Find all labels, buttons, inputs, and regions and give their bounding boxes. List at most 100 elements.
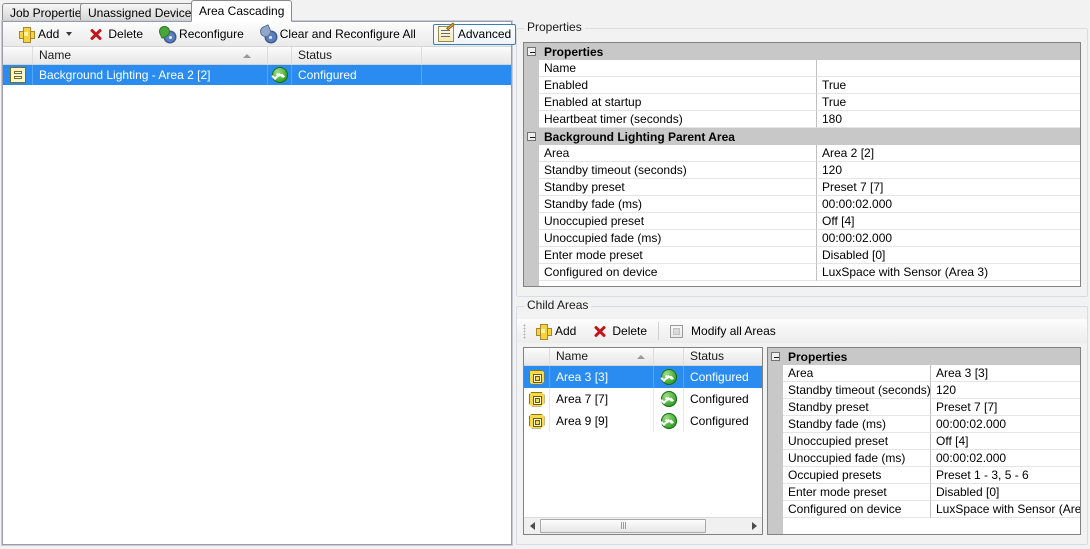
child-row-status-icon-cell xyxy=(654,388,684,410)
table-row[interactable]: Background Lighting - Area 2 [2] Configu… xyxy=(3,65,511,85)
collapse-toggle-icon[interactable] xyxy=(524,43,539,60)
property-value[interactable]: Disabled [0] xyxy=(931,484,1080,501)
property-row[interactable]: Standby fade (ms) 00:00:02.000 xyxy=(524,196,1080,213)
properties-grid[interactable]: Properties Name Enabled True xyxy=(523,42,1081,287)
property-value[interactable]: 00:00:02.000 xyxy=(931,416,1080,433)
property-row[interactable]: Unoccupied preset Off [4] xyxy=(768,433,1080,450)
property-row[interactable]: Area Area 3 [3] xyxy=(768,365,1080,382)
child-column-header-statusicon[interactable] xyxy=(654,348,684,366)
child-row-status-icon-cell xyxy=(654,410,684,432)
add-button[interactable]: Add xyxy=(13,24,77,45)
property-row[interactable]: Standby timeout (seconds) 120 xyxy=(524,162,1080,179)
property-row[interactable]: Unoccupied fade (ms) 00:00:02.000 xyxy=(524,230,1080,247)
horizontal-scrollbar[interactable] xyxy=(524,517,762,534)
child-add-button[interactable]: Add xyxy=(530,321,581,342)
collapse-toggle-icon[interactable] xyxy=(768,348,783,365)
delete-button[interactable]: Delete xyxy=(83,24,148,45)
property-value[interactable]: Area 3 [3] xyxy=(931,365,1080,382)
list-item[interactable]: Area 3 [3] Configured xyxy=(524,366,762,388)
row-gutter xyxy=(768,501,783,518)
scrollbar-track[interactable] xyxy=(540,518,746,535)
chevron-down-icon[interactable] xyxy=(66,32,72,36)
child-row-name-cell: Area 3 [3] xyxy=(550,366,654,388)
property-row[interactable]: Unoccupied fade (ms) 00:00:02.000 xyxy=(768,450,1080,467)
child-delete-button[interactable]: Delete xyxy=(587,321,652,342)
property-value[interactable]: 120 xyxy=(817,162,1080,179)
property-group-header[interactable]: Background Lighting Parent Area xyxy=(524,128,1080,145)
reconfigure-button[interactable]: Reconfigure xyxy=(154,24,249,45)
property-value[interactable]: 00:00:02.000 xyxy=(931,450,1080,467)
cascade-list[interactable]: Name Status Background Lighting - Area 2… xyxy=(3,47,511,544)
child-column-header-status[interactable]: Status xyxy=(684,348,762,366)
child-toolbar-grip[interactable] xyxy=(523,324,526,339)
property-row[interactable]: Heartbeat timer (seconds) 180 xyxy=(524,111,1080,128)
column-header-spacer[interactable] xyxy=(422,47,511,65)
advanced-button[interactable]: Advanced xyxy=(433,24,516,45)
area-icon xyxy=(529,370,545,385)
property-row[interactable]: Occupied presets Preset 1 - 3, 5 - 6 xyxy=(768,467,1080,484)
property-value[interactable]: Preset 7 [7] xyxy=(931,399,1080,416)
property-value[interactable]: True xyxy=(817,94,1080,111)
property-value[interactable]: LuxSpace with Sensor (Area 3) xyxy=(817,264,1080,281)
scroll-right-arrow-icon[interactable] xyxy=(746,518,762,534)
property-group-header[interactable]: Properties xyxy=(768,348,1080,365)
property-value[interactable]: Area 2 [2] xyxy=(817,145,1080,162)
property-name: Unoccupied preset xyxy=(783,433,931,450)
property-value[interactable]: Disabled [0] xyxy=(817,247,1080,264)
property-group-header[interactable]: Properties xyxy=(524,43,1080,60)
property-value[interactable] xyxy=(817,60,1080,77)
property-value[interactable]: Preset 7 [7] xyxy=(817,179,1080,196)
property-value[interactable]: Off [4] xyxy=(931,433,1080,450)
property-row[interactable]: Enter mode preset Disabled [0] xyxy=(524,247,1080,264)
property-row[interactable]: Enabled True xyxy=(524,77,1080,94)
row-name-cell: Background Lighting - Area 2 [2] xyxy=(33,65,268,85)
property-row[interactable]: Configured on device LuxSpace with Senso… xyxy=(768,501,1080,518)
property-row[interactable]: Standby timeout (seconds) 120 xyxy=(768,382,1080,399)
row-gutter xyxy=(768,382,783,399)
column-header-icon[interactable] xyxy=(3,47,33,65)
clear-and-reconfigure-all-button[interactable]: Clear and Reconfigure All xyxy=(255,24,421,45)
child-column-header-name[interactable]: Name xyxy=(550,348,654,366)
property-value[interactable]: Preset 1 - 3, 5 - 6 xyxy=(931,467,1080,484)
row-gutter xyxy=(524,213,539,230)
column-header-status[interactable]: Status xyxy=(292,47,422,65)
property-row[interactable]: Area Area 2 [2] xyxy=(524,145,1080,162)
row-gutter xyxy=(768,399,783,416)
property-value[interactable]: True xyxy=(817,77,1080,94)
scroll-left-arrow-icon[interactable] xyxy=(524,518,540,534)
property-row[interactable]: Enabled at startup True xyxy=(524,94,1080,111)
property-value[interactable]: LuxSpace with Sensor (Are... xyxy=(931,501,1080,518)
child-column-header-icon[interactable] xyxy=(524,348,550,366)
delete-x-icon xyxy=(592,323,608,339)
properties-groupbox: Properties Properties Name xyxy=(516,21,1088,297)
property-name: Configured on device xyxy=(783,501,931,518)
column-header-name[interactable]: Name xyxy=(33,47,268,65)
list-item[interactable]: Area 7 [7] Configured xyxy=(524,388,762,410)
child-areas-list[interactable]: Name Status Area 3 [3] Configured xyxy=(523,347,763,535)
property-value[interactable]: Off [4] xyxy=(817,213,1080,230)
tab-unassigned-devices[interactable]: Unassigned Devices xyxy=(80,3,205,22)
collapse-toggle-icon[interactable] xyxy=(524,128,539,145)
right-column: Properties Properties Name xyxy=(516,21,1088,545)
row-gutter xyxy=(524,111,539,128)
checkbox-box-icon[interactable] xyxy=(670,325,683,338)
property-name: Enter mode preset xyxy=(539,247,817,264)
property-row[interactable]: Standby fade (ms) 00:00:02.000 xyxy=(768,416,1080,433)
property-value[interactable]: 00:00:02.000 xyxy=(817,196,1080,213)
property-row[interactable]: Unoccupied preset Off [4] xyxy=(524,213,1080,230)
modify-all-areas-checkbox[interactable]: Modify all Areas xyxy=(665,321,781,342)
green-check-icon xyxy=(661,369,677,385)
tab-area-cascading[interactable]: Area Cascading xyxy=(191,0,292,22)
scrollbar-thumb[interactable] xyxy=(540,519,706,533)
property-value[interactable]: 120 xyxy=(931,382,1080,399)
property-row[interactable]: Enter mode preset Disabled [0] xyxy=(768,484,1080,501)
child-properties-grid[interactable]: Properties Area Area 3 [3] Standby timeo… xyxy=(767,347,1081,535)
list-item[interactable]: Area 9 [9] Configured xyxy=(524,410,762,432)
property-row[interactable]: Name xyxy=(524,60,1080,77)
property-row[interactable]: Standby preset Preset 7 [7] xyxy=(524,179,1080,196)
property-value[interactable]: 00:00:02.000 xyxy=(817,230,1080,247)
property-row[interactable]: Standby preset Preset 7 [7] xyxy=(768,399,1080,416)
property-value[interactable]: 180 xyxy=(817,111,1080,128)
column-header-statusicon[interactable] xyxy=(268,47,292,65)
property-row[interactable]: Configured on device LuxSpace with Senso… xyxy=(524,264,1080,281)
